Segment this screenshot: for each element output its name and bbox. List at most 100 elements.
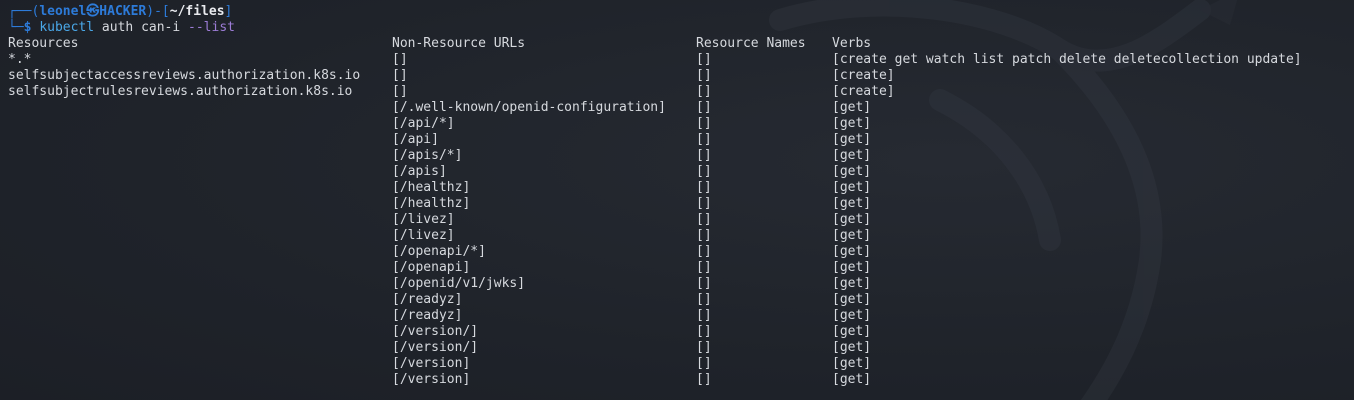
cell-non-resource-url: [/openid/v1/jwks] (392, 276, 526, 291)
cell-resource: selfsubjectrulesreviews.authorization.k8… (8, 84, 353, 99)
table-row: selfsubjectaccessreviews.authorization.k… (8, 68, 1354, 84)
cell-resource-names: [] (696, 84, 712, 99)
cell-verbs: [get] (832, 372, 872, 387)
cell-verbs: [create get watch list patch delete dele… (832, 52, 1302, 67)
terminal-window[interactable]: ┌──(leonel㉿HACKER)-[~/files] └─$ kubectl… (0, 0, 1354, 400)
prompt-box-top: ┌──( (8, 4, 40, 19)
cell-verbs: [get] (832, 116, 872, 131)
table-body: *.*[][] [create get watch list patch dele… (8, 52, 1354, 388)
cell-resource-names: [] (696, 244, 712, 259)
cell-non-resource-url: [/readyz] (392, 292, 463, 307)
cell-non-resource-url: [/version] (392, 356, 471, 371)
table-row: [/version] [] [get] (8, 356, 1354, 372)
cell-verbs: [get] (832, 276, 872, 291)
table-row: [/api] [] [get] (8, 132, 1354, 148)
prompt-path: ~/files (169, 4, 225, 19)
cell-verbs: [get] (832, 196, 872, 211)
cell-non-resource-url: [/livez] (392, 212, 455, 227)
cell-non-resource-url: [/api] (392, 132, 439, 147)
cell-verbs: [get] (832, 340, 872, 355)
table-row: [/openapi] [] [get] (8, 260, 1354, 276)
cell-verbs: [create] (832, 84, 895, 99)
cell-non-resource-url: [/openapi/*] (392, 244, 486, 259)
prompt-line-1: ┌──(leonel㉿HACKER)-[~/files] (8, 4, 1354, 20)
cell-resource-names: [] (696, 372, 712, 387)
command-name: kubectl (39, 20, 95, 35)
cell-non-resource-url: [] (392, 68, 408, 83)
cell-non-resource-url: [/version/] (392, 324, 479, 339)
cell-non-resource-url: [/version] (392, 372, 471, 387)
prompt-dollar: $ (23, 20, 40, 35)
cell-resource: *.* (8, 52, 32, 67)
cell-resource-names: [] (696, 116, 712, 131)
cell-resource-names: [] (696, 292, 712, 307)
table-row: *.* [] [] [create get watch list patch dele… (8, 52, 1354, 68)
header-resources: Resources (8, 36, 79, 51)
cell-verbs: [get] (832, 260, 872, 275)
cell-non-resource-url: [] (392, 52, 408, 67)
header-verbs: Verbs (832, 36, 872, 51)
cell-verbs: [get] (832, 212, 872, 227)
cell-verbs: [get] (832, 180, 872, 195)
cell-verbs: [get] (832, 356, 872, 371)
command-flag: --list (188, 20, 235, 35)
cell-resource-names: [] (696, 100, 712, 115)
cell-resource-names: [] (696, 324, 712, 339)
cell-non-resource-url: [/.well-known/openid-configuration] (392, 100, 666, 115)
cell-verbs: [get] (832, 308, 872, 323)
cell-resource-names: [] (696, 180, 712, 195)
table-row: [/readyz] [] [get] (8, 292, 1354, 308)
table-row: [/healthz] [] [get] (8, 196, 1354, 212)
cell-verbs: [get] (832, 228, 872, 243)
cell-verbs: [get] (832, 100, 872, 115)
table-row: [/livez] [] [get] (8, 228, 1354, 244)
prompt-at-icon: ㉿ (86, 4, 100, 19)
cell-resource-names: [] (696, 276, 712, 291)
table-row: [/openapi/*] [] [get] (8, 244, 1354, 260)
table-row: selfsubjectrulesreviews.authorization.k8… (8, 84, 1354, 100)
table-row: [/livez] [] [get] (8, 212, 1354, 228)
prompt-box-bottom: └─ (8, 20, 24, 35)
table-row: [/openid/v1/jwks] [] [get] (8, 276, 1354, 292)
table-row: [/api/*] [] [get] (8, 116, 1354, 132)
table-row: [/readyz] [] [get] (8, 308, 1354, 324)
prompt-line-2: └─$ kubectl auth can-i --list (8, 20, 1354, 36)
cell-verbs: [get] (832, 244, 872, 259)
cell-resource-names: [] (696, 148, 712, 163)
cell-resource-names: [] (696, 228, 712, 243)
prompt-close: ] (224, 4, 233, 19)
command-args: auth can-i (94, 20, 189, 35)
cell-resource-names: [] (696, 212, 712, 227)
cell-non-resource-url: [/api/*] (392, 116, 455, 131)
cell-verbs: [create] (832, 68, 895, 83)
cell-non-resource-url: [/healthz] (392, 180, 471, 195)
cell-resource: selfsubjectaccessreviews.authorization.k… (8, 68, 361, 83)
cell-non-resource-url: [/apis] (392, 164, 447, 179)
cell-resource-names: [] (696, 196, 712, 211)
cell-resource-names: [] (696, 260, 712, 275)
cell-resource-names: [] (696, 164, 712, 179)
cell-non-resource-url: [/apis/*] (392, 148, 463, 163)
cell-verbs: [get] (832, 132, 872, 147)
prompt-sep: )-[ (146, 4, 170, 19)
cell-verbs: [get] (832, 324, 872, 339)
cell-non-resource-url: [/healthz] (392, 196, 471, 211)
cell-non-resource-url: [/openapi] (392, 260, 471, 275)
cell-resource-names: [] (696, 132, 712, 147)
table-row: [/.well-known/openid-configuration] [] [ge… (8, 100, 1354, 116)
cell-verbs: [get] (832, 164, 872, 179)
header-resource-names: Resource Names (696, 36, 806, 51)
cell-resource-names: [] (696, 52, 712, 67)
cell-verbs: [get] (832, 292, 872, 307)
cell-resource-names: [] (696, 68, 712, 83)
table-row: [/apis/*] [] [get] (8, 148, 1354, 164)
table-header: Resources Non-Resource URLs Resource Nam… (8, 36, 1354, 52)
cell-resource-names: [] (696, 356, 712, 371)
table-row: [/version/] [] [get] (8, 340, 1354, 356)
table-row: [/version] [] [get] (8, 372, 1354, 388)
cell-non-resource-url: [/version/] (392, 340, 479, 355)
cell-non-resource-url: [/livez] (392, 228, 455, 243)
header-non-resource-urls: Non-Resource URLs (392, 36, 526, 51)
prompt-user: leonel (39, 4, 87, 19)
cell-resource-names: [] (696, 340, 712, 355)
